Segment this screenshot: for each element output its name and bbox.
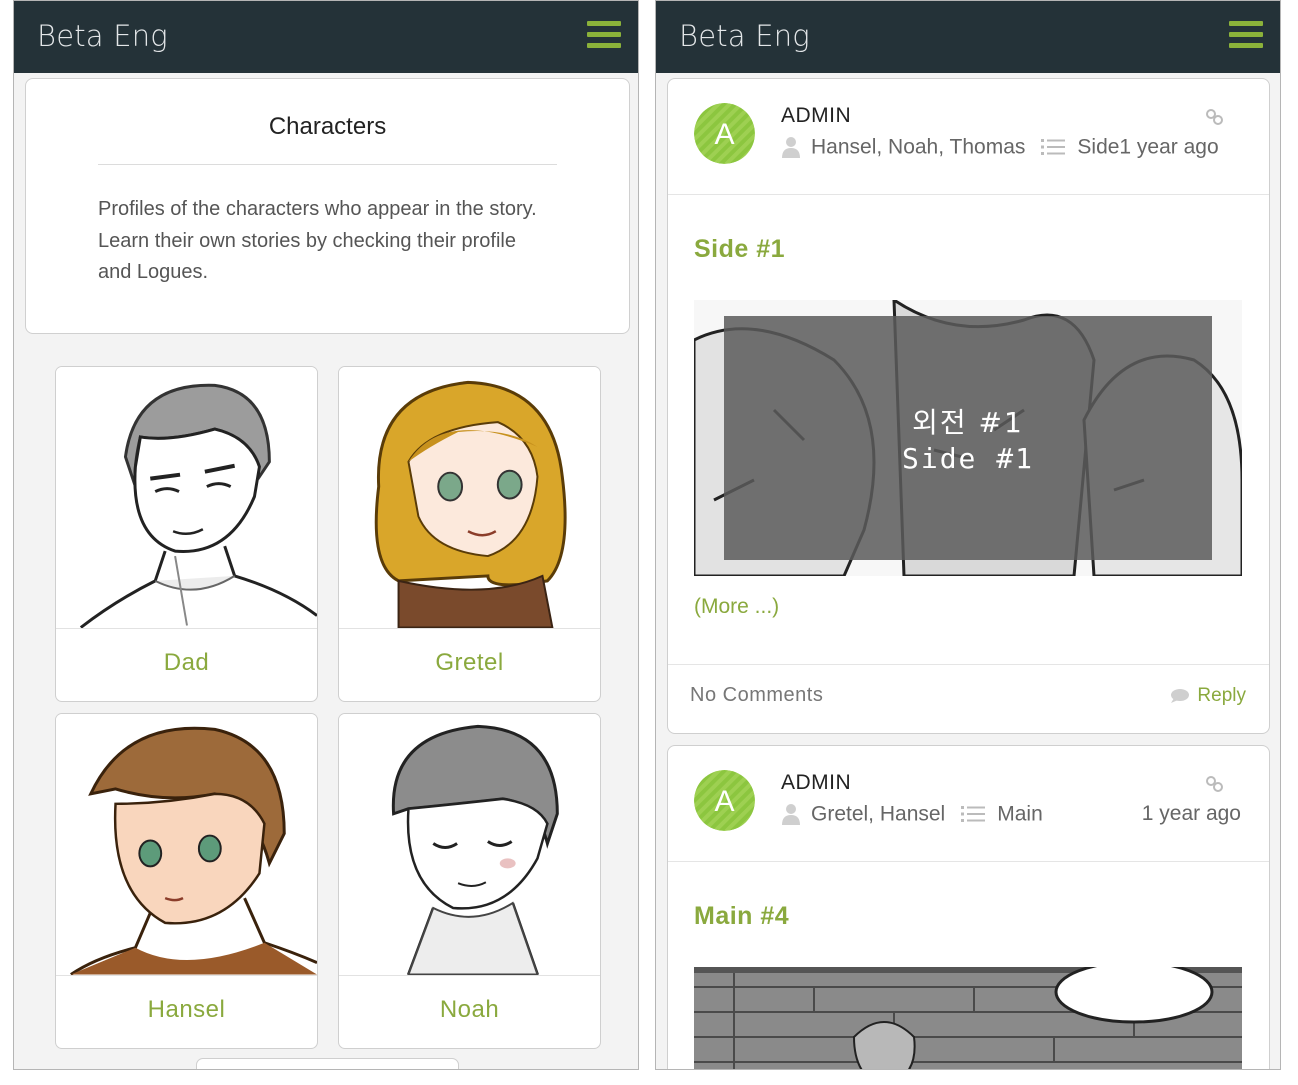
list-icon xyxy=(961,806,986,823)
post-thumbnail[interactable]: 외전 #1 Side #1 xyxy=(694,300,1242,576)
comment-count[interactable]: No Comments xyxy=(690,684,823,707)
character-card-dad[interactable]: Dad xyxy=(55,366,318,702)
character-name: Noah xyxy=(439,996,500,1023)
link-icon[interactable] xyxy=(1205,774,1225,794)
post-title[interactable]: Side #1 xyxy=(694,235,785,264)
post-meta: Hansel, Noah, Thomas Side1 year ago xyxy=(781,135,1219,163)
character-portrait xyxy=(56,714,317,976)
top-bar: Beta Eng xyxy=(14,1,638,73)
person-icon xyxy=(782,137,800,159)
link-icon[interactable] xyxy=(1205,107,1225,127)
character-card-noah[interactable]: Noah xyxy=(338,713,601,1049)
character-name: Gretel xyxy=(435,649,504,676)
reply-button[interactable]: Reply xyxy=(1169,685,1246,707)
post-author[interactable]: ADMIN xyxy=(781,104,851,128)
post-category-time[interactable]: Side1 year ago xyxy=(1077,135,1218,158)
app-title[interactable]: Beta Eng xyxy=(679,19,810,53)
thumbnail-text-korean: 외전 #1 xyxy=(912,406,1024,439)
reply-label: Reply xyxy=(1197,685,1246,706)
post-characters[interactable]: Hansel, Noah, Thomas xyxy=(811,135,1025,158)
post-characters[interactable]: Gretel, Hansel xyxy=(811,802,945,825)
menu-icon[interactable] xyxy=(587,21,621,49)
post-header: A ADMIN Hansel, Noah, Thomas Side1 year a… xyxy=(668,79,1269,195)
post-category[interactable]: Main xyxy=(997,802,1043,825)
top-bar: Beta Eng xyxy=(656,1,1280,73)
avatar-letter: A xyxy=(714,118,734,151)
page-description: Profiles of the characters who appear in… xyxy=(98,198,537,283)
read-more-link[interactable]: (More ...) xyxy=(694,595,779,619)
character-card-next[interactable] xyxy=(196,1058,459,1069)
page-title: Characters xyxy=(268,113,387,140)
app-title[interactable]: Beta Eng xyxy=(37,19,168,53)
character-card-hansel[interactable]: Hansel xyxy=(55,713,318,1049)
post-thumbnail[interactable] xyxy=(694,967,1242,1069)
list-icon xyxy=(1041,139,1066,156)
character-portrait xyxy=(56,367,317,629)
post-card: A ADMIN Hansel, Noah, Thomas Side1 year a… xyxy=(667,78,1270,734)
thumbnail-text-english: Side #1 xyxy=(902,442,1034,475)
comment-bubble-icon xyxy=(1171,689,1190,703)
avatar-letter: A xyxy=(714,785,734,818)
post-time: 1 year ago xyxy=(1141,802,1241,825)
intro-card: Characters Profiles of the characters wh… xyxy=(25,78,630,334)
characters-screen: Beta Eng Characters Profiles of the char… xyxy=(13,0,639,1070)
posts-screen: Beta Eng A ADMIN Hansel, Noah, Thomas Si… xyxy=(655,0,1281,1070)
post-card: A ADMIN Gretel, Hansel Main 1 year ago Ma… xyxy=(667,745,1270,1069)
post-footer: No Comments Reply xyxy=(668,664,1269,733)
menu-icon[interactable] xyxy=(1229,21,1263,49)
post-meta: Gretel, Hansel Main xyxy=(781,802,1043,830)
post-author[interactable]: ADMIN xyxy=(781,771,851,795)
character-card-gretel[interactable]: Gretel xyxy=(338,366,601,702)
post-title[interactable]: Main #4 xyxy=(694,902,789,931)
character-name: Hansel xyxy=(147,996,226,1023)
divider xyxy=(98,164,557,165)
character-name: Dad xyxy=(163,649,210,676)
avatar[interactable]: A xyxy=(694,770,755,831)
post-header: A ADMIN Gretel, Hansel Main 1 year ago xyxy=(668,746,1269,862)
person-icon xyxy=(782,804,800,826)
avatar[interactable]: A xyxy=(694,103,755,164)
character-portrait xyxy=(339,714,600,976)
character-portrait xyxy=(339,367,600,629)
